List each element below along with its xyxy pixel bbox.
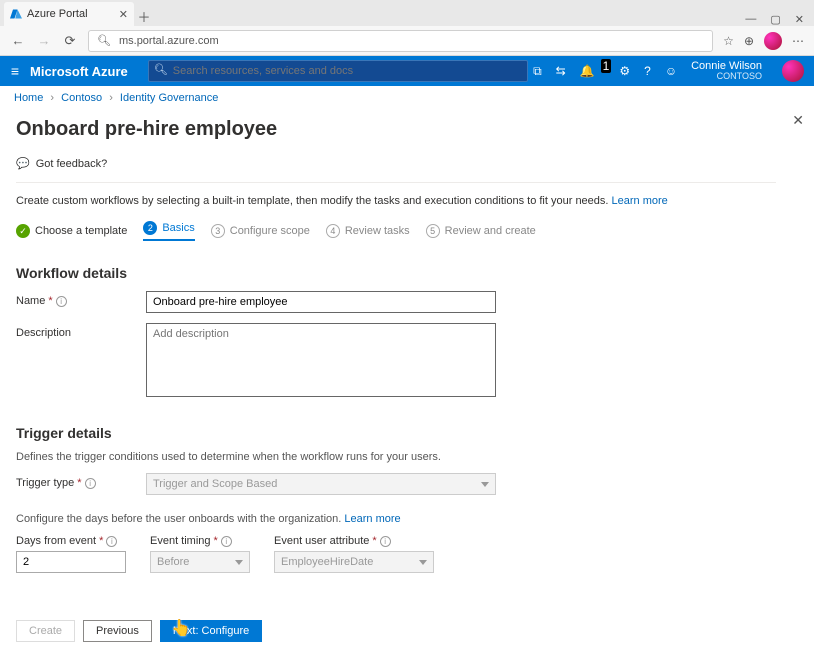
trigger-type-select: Trigger and Scope Based	[146, 473, 496, 495]
search-icon: 🔍︎	[154, 63, 168, 76]
description-label: Description	[16, 323, 146, 339]
browser-tab[interactable]: Azure Portal ✕	[4, 2, 134, 26]
trigger-details-heading: Trigger details	[16, 425, 798, 441]
chevron-down-icon	[481, 482, 489, 487]
chevron-down-icon	[235, 560, 243, 565]
feedback-link[interactable]: 💬 Got feedback?	[16, 151, 776, 183]
event-timing-label: Event timing*i	[150, 535, 250, 547]
previous-button[interactable]: Previous	[83, 620, 152, 642]
crumb-identity-governance[interactable]: Identity Governance	[120, 92, 218, 104]
user-block[interactable]: Connie Wilson CONTOSO	[691, 61, 768, 82]
page-body: ✕ Onboard pre-hire employee 💬 Got feedba…	[0, 110, 814, 577]
search-icon: 🔍︎	[97, 34, 111, 47]
profile-avatar-icon[interactable]	[764, 32, 782, 50]
feedback-icon[interactable]: ☺	[665, 64, 677, 78]
close-tab-icon[interactable]: ✕	[119, 8, 128, 21]
maximize-icon[interactable]: ▢	[770, 13, 780, 26]
step-review-create[interactable]: 5Review and create	[426, 224, 536, 238]
trigger-subtext: Defines the trigger conditions used to d…	[16, 451, 798, 463]
config-days-text: Configure the days before the user onboa…	[16, 513, 798, 525]
close-window-icon[interactable]: ✕	[795, 13, 804, 26]
notifications-icon[interactable]: 🔔1	[580, 64, 606, 78]
step-review-tasks[interactable]: 4Review tasks	[326, 224, 410, 238]
workflow-details-heading: Workflow details	[16, 265, 798, 281]
info-icon[interactable]: i	[56, 296, 67, 307]
help-icon[interactable]: ?	[644, 64, 651, 78]
name-input[interactable]	[146, 291, 496, 313]
step-basics[interactable]: 2Basics	[143, 221, 194, 241]
url-field[interactable]: 🔍︎ ms.portal.azure.com	[88, 30, 713, 52]
collections-icon[interactable]: ⊕	[744, 34, 754, 48]
more-icon[interactable]: ⋯	[792, 34, 804, 48]
description-input[interactable]	[146, 323, 496, 397]
breadcrumb: Home › Contoso › Identity Governance	[0, 86, 814, 110]
step-configure-scope[interactable]: 3Configure scope	[211, 224, 310, 238]
event-timing-select: Before	[150, 551, 250, 573]
info-icon[interactable]: i	[380, 536, 391, 547]
brand-label[interactable]: Microsoft Azure	[30, 64, 148, 79]
forward-icon[interactable]: →	[36, 33, 52, 48]
page-title: Onboard pre-hire employee	[16, 118, 798, 141]
feedback-icon: 💬	[16, 157, 30, 170]
step-choose-template[interactable]: ✓Choose a template	[16, 224, 127, 238]
settings-icon[interactable]: ⚙	[619, 64, 630, 78]
footer-buttons: Create Previous Next: Configure 👆	[16, 620, 262, 642]
wizard-steps: ✓Choose a template 2Basics 3Configure sc…	[16, 221, 798, 241]
info-icon[interactable]: i	[106, 536, 117, 547]
crumb-contoso[interactable]: Contoso	[61, 92, 102, 104]
close-blade-icon[interactable]: ✕	[792, 112, 804, 129]
next-button[interactable]: Next: Configure	[160, 620, 262, 642]
tab-title: Azure Portal	[27, 8, 88, 20]
menu-icon[interactable]: ≡	[0, 63, 30, 79]
new-tab-button[interactable]: ＋	[134, 6, 154, 26]
browser-address-bar: ← → ⟳ 🔍︎ ms.portal.azure.com ☆ ⊕ ⋯	[0, 26, 814, 56]
top-icon-bar: ⧉ ⇆ 🔔1 ⚙ ? ☺ Connie Wilson CONTOSO	[533, 60, 814, 82]
azure-favicon	[10, 8, 22, 20]
days-from-event-label: Days from event*i	[16, 535, 126, 547]
url-text: ms.portal.azure.com	[119, 35, 219, 47]
user-avatar-icon[interactable]	[782, 60, 804, 82]
back-icon[interactable]: ←	[10, 33, 26, 48]
create-button: Create	[16, 620, 75, 642]
directories-icon[interactable]: ⇆	[556, 64, 566, 78]
minimize-icon[interactable]: —	[745, 13, 756, 26]
trigger-type-label: Trigger type*i	[16, 473, 146, 489]
chevron-down-icon	[419, 560, 427, 565]
event-user-attr-label: Event user attribute*i	[274, 535, 434, 547]
azure-top-bar: ≡ Microsoft Azure 🔍︎ ⧉ ⇆ 🔔1 ⚙ ? ☺ Connie…	[0, 56, 814, 86]
info-icon[interactable]: i	[221, 536, 232, 547]
learn-more-days-link[interactable]: Learn more	[344, 513, 400, 525]
event-user-attr-select: EmployeeHireDate	[274, 551, 434, 573]
intro-text: Create custom workflows by selecting a b…	[16, 183, 798, 221]
star-icon[interactable]: ☆	[723, 34, 734, 48]
learn-more-link[interactable]: Learn more	[612, 195, 668, 207]
crumb-home[interactable]: Home	[14, 92, 43, 104]
name-label: Name*i	[16, 291, 146, 307]
browser-tab-strip: Azure Portal ✕ ＋ — ▢ ✕	[0, 0, 814, 26]
trigger-config-row: Days from event*i Event timing*i Before …	[16, 535, 798, 573]
global-search[interactable]: 🔍︎	[148, 60, 528, 82]
days-from-event-input[interactable]	[16, 551, 126, 573]
search-input[interactable]	[148, 60, 528, 82]
info-icon[interactable]: i	[85, 478, 96, 489]
cloud-shell-icon[interactable]: ⧉	[533, 64, 542, 79]
refresh-icon[interactable]: ⟳	[62, 33, 78, 49]
window-controls: — ▢ ✕	[745, 11, 814, 26]
